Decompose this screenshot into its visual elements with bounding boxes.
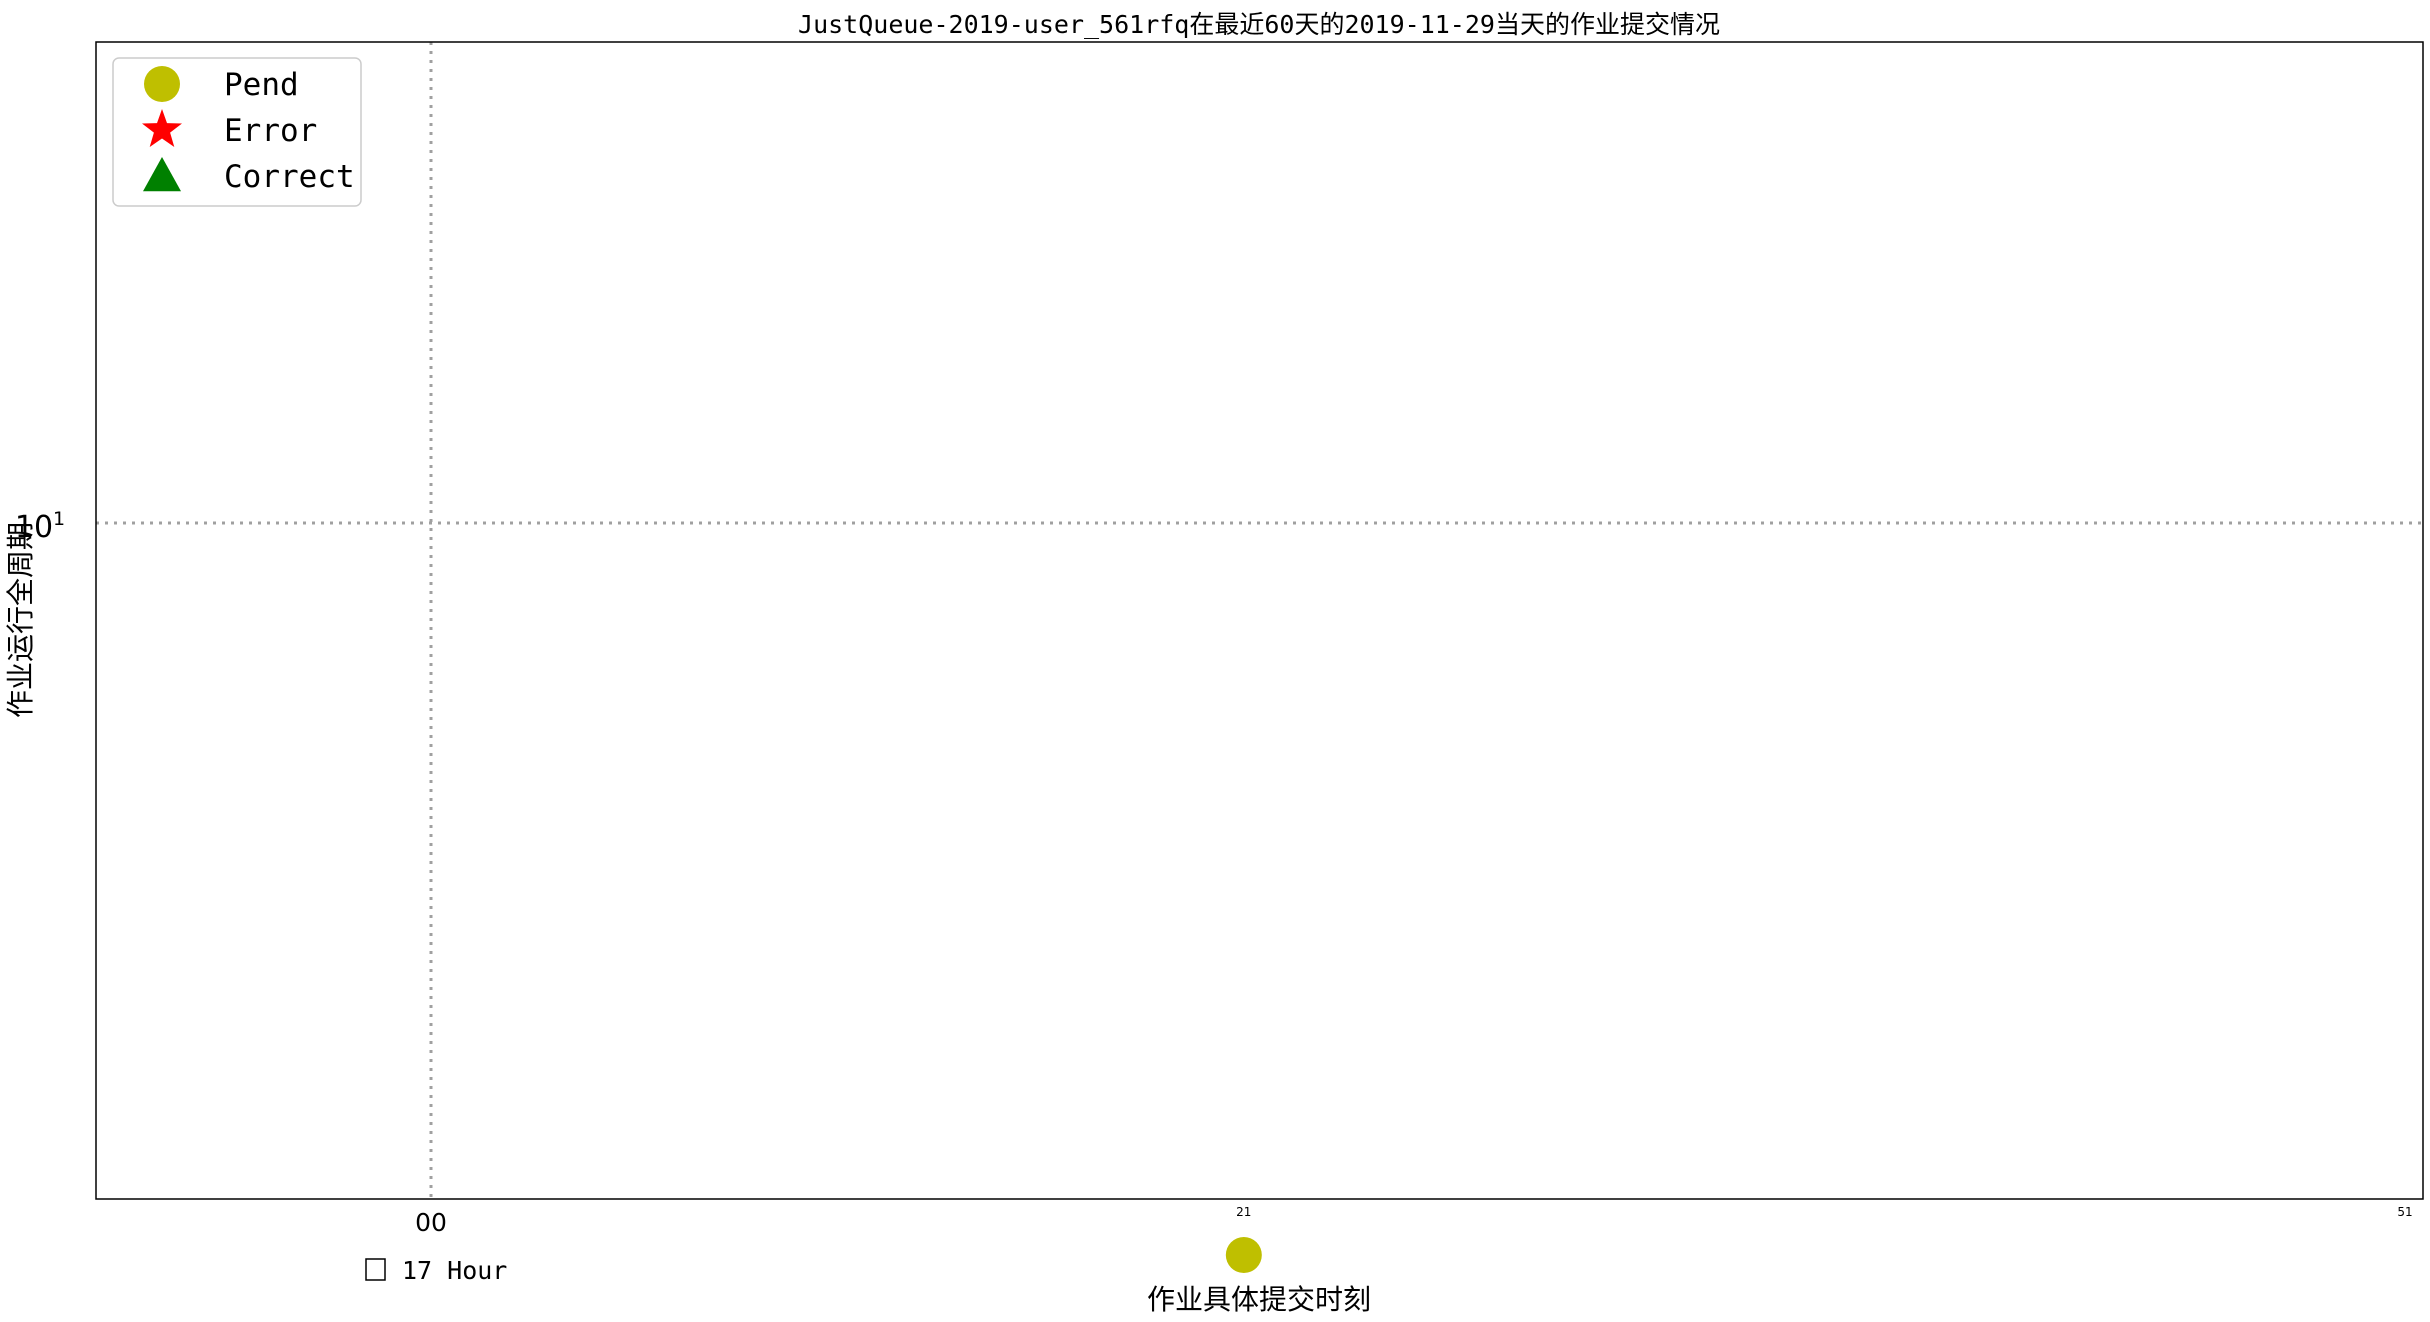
y-axis-label: 作业运行全周期 [4, 522, 37, 718]
annotation-box-icon [365, 1258, 386, 1281]
x-tick-label: 51 [2397, 1205, 2412, 1219]
chart-title: JustQueue-2019-user_561rfq在最近60天的2019-11… [798, 10, 1720, 39]
legend-label-pend: Pend [224, 67, 299, 103]
legend: Pend Error Correct [112, 57, 362, 207]
data-points [1225, 1237, 1262, 1274]
scatter-chart: JustQueue-2019-user_561rfq在最近60天的2019-11… [4, 10, 2424, 1316]
data-point-pend [1225, 1237, 1262, 1274]
x-tick-label: 21 [1236, 1205, 1251, 1219]
x-tick-label: 00 [415, 1208, 447, 1237]
legend-marker-pend [144, 66, 180, 102]
legend-label-error: Error [224, 113, 317, 149]
grid-layer [96, 42, 2423, 1199]
annotation-text: 17 Hour [402, 1256, 507, 1285]
x-tick-labels: 00 21 51 [415, 1205, 2413, 1237]
plot-area [95, 41, 2424, 1200]
legend-label-correct: Correct [224, 159, 355, 195]
x-axis-label: 作业具体提交时刻 [1147, 1283, 1371, 1316]
